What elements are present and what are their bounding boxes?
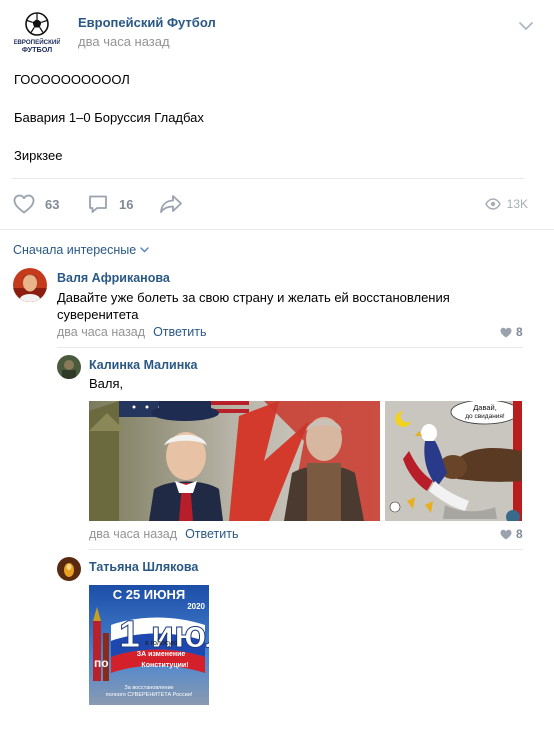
- comment-time[interactable]: два часа назад: [57, 325, 145, 339]
- comment-like-count: 8: [516, 325, 523, 339]
- divider: [12, 178, 524, 179]
- logo-text-bottom: ФУТБОЛ: [22, 45, 52, 54]
- poster-text: 1 июля: [119, 614, 209, 656]
- comment-author[interactable]: Калинка Малинка: [89, 358, 198, 372]
- poster-text: 2020: [187, 602, 205, 611]
- post-actions: 63 16 13K: [12, 190, 528, 218]
- chevron-down-icon: [140, 247, 149, 253]
- share-icon: [160, 195, 182, 213]
- avatar[interactable]: [13, 268, 47, 302]
- club-name-link[interactable]: Европейский Футбол: [78, 15, 216, 30]
- comment-photo[interactable]: С 25 ИЮНЯ 2020 1 июля по я голосую ЗА из…: [89, 585, 209, 705]
- comment-text: Валя,: [89, 376, 124, 391]
- avatar[interactable]: [57, 557, 81, 581]
- post-header: ЕВРОПЕЙСКИЙ ФУТБОЛ Европейский Футбол дв…: [12, 8, 542, 58]
- like-button[interactable]: 63: [12, 190, 59, 218]
- divider: [57, 347, 523, 348]
- comment-time[interactable]: два часа назад: [89, 527, 177, 541]
- comment-photo[interactable]: [89, 401, 380, 521]
- comments-count: 16: [119, 196, 134, 212]
- heart-icon: [13, 194, 35, 214]
- comment-like-button[interactable]: 8: [500, 527, 523, 541]
- poster-text: по: [94, 656, 109, 670]
- post-time[interactable]: два часа назад: [78, 34, 170, 49]
- comment-meta: два часа назад Ответить: [57, 325, 207, 339]
- poster-text: я голосую: [145, 640, 177, 647]
- poster-text: С 25 ИЮНЯ: [113, 587, 186, 602]
- post-text-line: Бавария 1–0 Боруссия Гладбах: [14, 110, 204, 125]
- heart-icon: [500, 327, 512, 337]
- post-text: ГООООООООООЛ Бавария 1–0 Боруссия Гладба…: [14, 70, 524, 184]
- comment-like-count: 8: [516, 527, 523, 541]
- comments-sort-dropdown[interactable]: Сначала интересные: [13, 243, 149, 257]
- share-button[interactable]: [158, 190, 184, 218]
- post-text-line: ГООООООООООЛ: [14, 72, 130, 87]
- poster-text: Конституции!: [141, 662, 188, 669]
- comment-meta: два часа назад Ответить: [89, 527, 239, 541]
- comment-author[interactable]: Валя Африканова: [57, 271, 170, 285]
- divider: [89, 549, 523, 550]
- comment-photo[interactable]: Давай, до свидания!: [385, 401, 522, 521]
- eye-icon: [484, 198, 501, 210]
- views-counter: 13K: [484, 190, 528, 218]
- post-text-line: Зиркзее: [14, 148, 63, 163]
- chevron-down-icon[interactable]: [518, 18, 534, 34]
- avatar[interactable]: [57, 355, 81, 379]
- poster-text: ЗА изменение: [137, 651, 186, 658]
- reply-button[interactable]: Ответить: [185, 527, 238, 541]
- cartoon-text: до свидания!: [465, 413, 505, 420]
- comment-text: Давайте уже болеть за свою страну и жела…: [57, 290, 450, 322]
- reply-button[interactable]: Ответить: [153, 325, 206, 339]
- poster-text: полного СУВЕРЕНИТЕТА России!: [106, 692, 193, 698]
- comment-button[interactable]: 16: [86, 190, 133, 218]
- comment-author[interactable]: Татьяна Шлякова: [89, 560, 198, 574]
- divider: [0, 229, 554, 230]
- poster-text: За восстановление: [124, 685, 173, 691]
- likes-count: 63: [45, 196, 60, 212]
- comment-icon: [89, 195, 107, 213]
- cartoon-text: Давай,: [473, 403, 497, 412]
- club-avatar[interactable]: ЕВРОПЕЙСКИЙ ФУТБОЛ: [13, 10, 61, 56]
- views-count: 13K: [506, 197, 528, 211]
- comment-like-button[interactable]: 8: [500, 325, 523, 339]
- heart-icon: [500, 529, 512, 539]
- comments-sort-label: Сначала интересные: [13, 243, 137, 257]
